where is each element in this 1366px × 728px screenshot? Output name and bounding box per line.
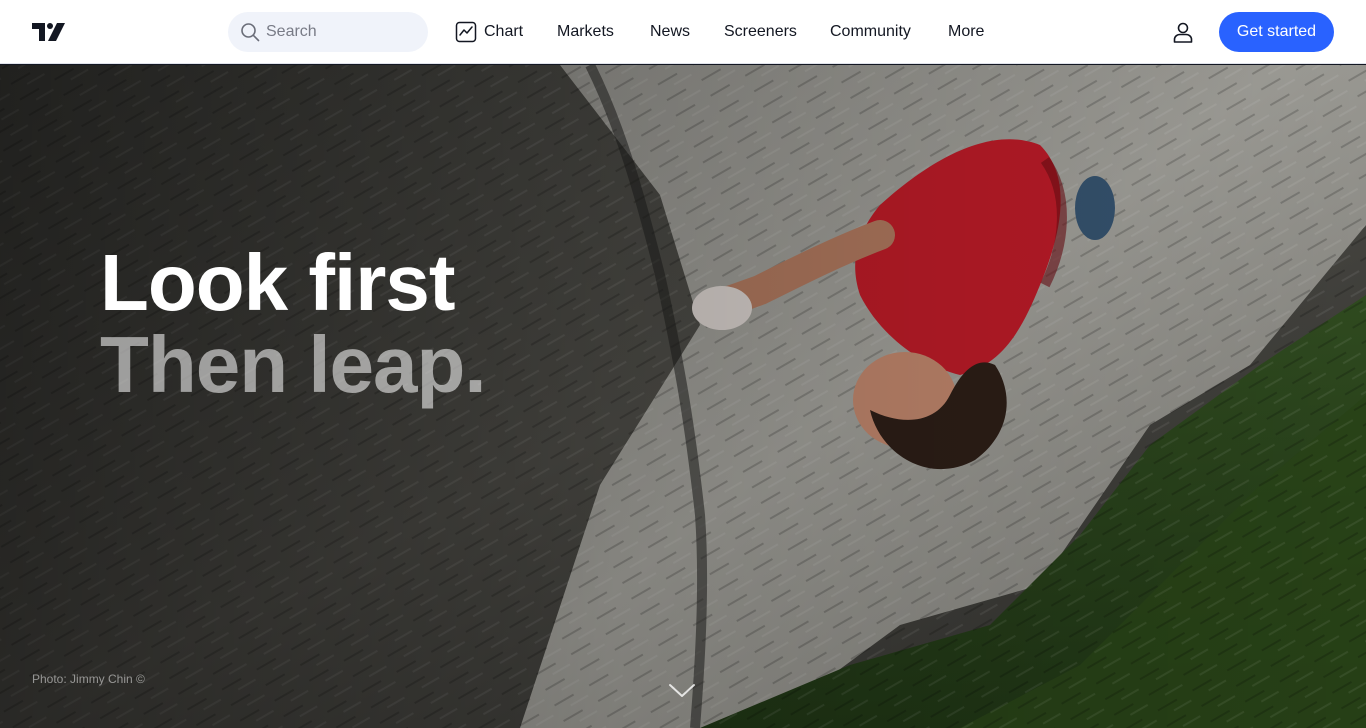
hero-headline-line1: Look first: [100, 238, 455, 327]
nav-markets[interactable]: Markets: [557, 0, 614, 64]
tradingview-logo-icon[interactable]: [30, 20, 70, 44]
chevron-down-icon[interactable]: [666, 677, 698, 705]
user-icon[interactable]: [1171, 20, 1195, 44]
nav-community[interactable]: Community: [830, 0, 911, 64]
get-started-button[interactable]: Get started: [1219, 12, 1334, 52]
top-header: Chart Markets News Screeners Community M…: [0, 0, 1366, 64]
search-input[interactable]: [266, 12, 416, 52]
chart-icon: [455, 21, 477, 43]
search-icon: [241, 23, 260, 42]
nav-more[interactable]: More: [948, 0, 984, 64]
nav-news[interactable]: News: [650, 0, 690, 64]
hero-headline-line2: Then leap.: [100, 320, 487, 409]
nav-chart-label: Chart: [484, 23, 524, 40]
nav-screeners[interactable]: Screeners: [724, 0, 797, 64]
search-box[interactable]: [228, 12, 428, 52]
hero-section: Look first Then leap. Photo: Jimmy Chin …: [0, 65, 1366, 728]
photo-credit: Photo: Jimmy Chin ©: [32, 672, 145, 686]
